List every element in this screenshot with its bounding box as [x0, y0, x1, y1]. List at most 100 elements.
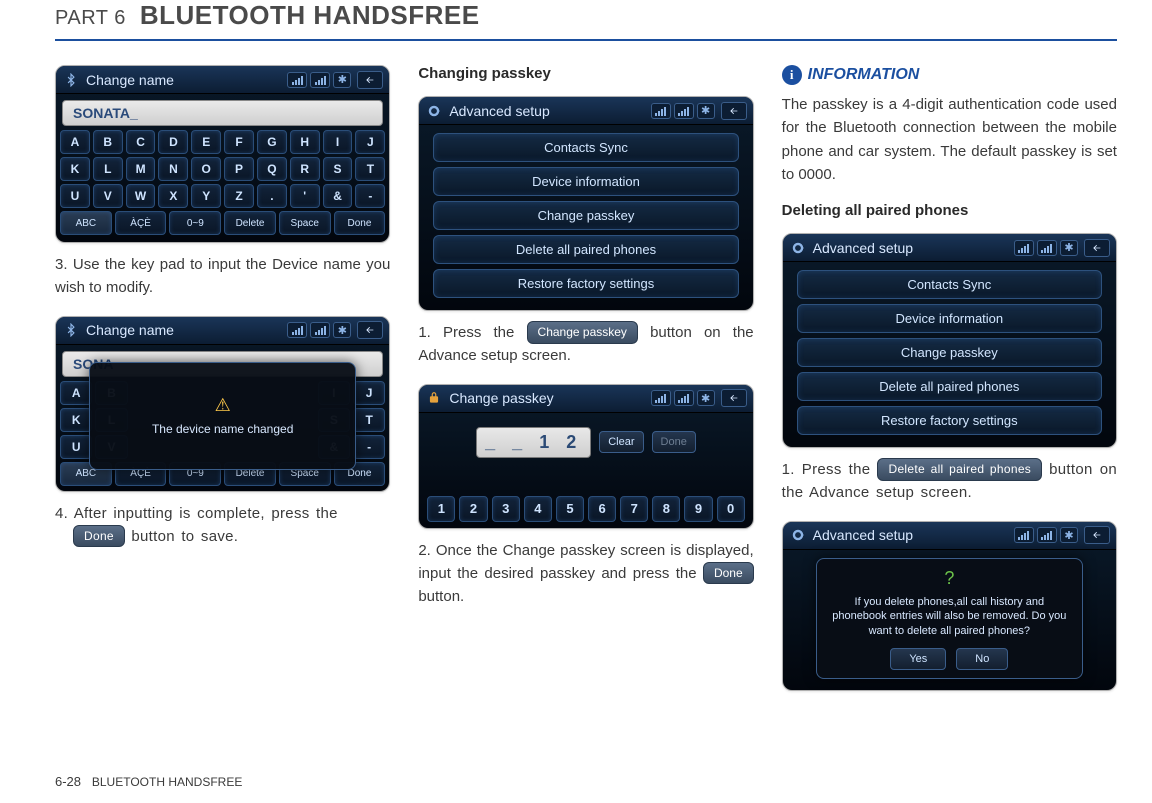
bt-status-icon: ✱ — [1060, 527, 1078, 543]
menu-restore-factory[interactable]: Restore factory settings — [433, 269, 738, 298]
menu-change-passkey[interactable]: Change passkey — [797, 338, 1102, 367]
screenshot-title: Change name — [86, 322, 174, 338]
bluetooth-icon — [62, 321, 80, 339]
back-button[interactable] — [721, 389, 747, 407]
done-button-ref: Done — [703, 562, 754, 585]
menu-contacts-sync[interactable]: Contacts Sync — [797, 270, 1102, 299]
key[interactable]: U — [60, 184, 90, 208]
signal-icon — [651, 103, 671, 119]
key[interactable]: ' — [290, 184, 320, 208]
bt-status-icon: ✱ — [697, 103, 715, 119]
question-icon: ? — [944, 568, 954, 589]
numkey[interactable]: 5 — [556, 496, 584, 522]
signal-icon — [287, 322, 307, 338]
key: - — [353, 435, 385, 459]
device-name-input[interactable]: SONATA_ — [62, 100, 383, 126]
signal-icon — [674, 390, 694, 406]
bt-status-icon: ✱ — [333, 322, 351, 338]
key[interactable]: S — [323, 157, 353, 181]
key[interactable]: L — [93, 157, 123, 181]
signal-icon — [1037, 240, 1057, 256]
numkey[interactable]: 3 — [492, 496, 520, 522]
column-1: Change name ✱ SONATA_ A B C — [55, 65, 390, 701]
key-delete[interactable]: Delete — [224, 211, 276, 235]
screenshot-change-name-confirm: Change name ✱ SONA A B — [55, 316, 390, 492]
key[interactable]: W — [126, 184, 156, 208]
key[interactable]: - — [355, 184, 385, 208]
numkey[interactable]: 9 — [684, 496, 712, 522]
menu-device-information[interactable]: Device information — [797, 304, 1102, 333]
key[interactable]: & — [323, 184, 353, 208]
key[interactable]: P — [224, 157, 254, 181]
key[interactable]: N — [158, 157, 188, 181]
done-button[interactable]: Done — [652, 431, 696, 453]
signal-icon — [674, 103, 694, 119]
key-space[interactable]: Space — [279, 211, 331, 235]
no-button[interactable]: No — [956, 648, 1008, 670]
screenshot-title: Advanced setup — [813, 527, 913, 543]
screenshot-change-passkey: Change passkey ✱ _ _ 1 2 Clear Done — [418, 384, 753, 529]
key: A — [60, 381, 92, 405]
back-button[interactable] — [357, 321, 383, 339]
key-numbers[interactable]: 0~9 — [169, 211, 221, 235]
key[interactable]: X — [158, 184, 188, 208]
key[interactable]: K — [60, 157, 90, 181]
column-2: Changing passkey Advanced setup ✱ — [418, 65, 753, 701]
key[interactable]: Y — [191, 184, 221, 208]
key[interactable]: J — [355, 130, 385, 154]
back-button[interactable] — [357, 71, 383, 89]
dialog-message: If you delete phones,all call history an… — [827, 595, 1072, 638]
key[interactable]: O — [191, 157, 221, 181]
column-3: i INFORMATION The passkey is a 4-digit a… — [782, 65, 1117, 701]
key[interactable]: C — [126, 130, 156, 154]
menu-change-passkey[interactable]: Change passkey — [433, 201, 738, 230]
passkey-input[interactable]: _ _ 1 2 — [476, 427, 591, 458]
menu-restore-factory[interactable]: Restore factory settings — [797, 406, 1102, 435]
key[interactable]: V — [93, 184, 123, 208]
numkey[interactable]: 8 — [652, 496, 680, 522]
screenshot-delete-confirm: Advanced setup ✱ ? If you delete phones,… — [782, 521, 1117, 691]
key[interactable]: H — [290, 130, 320, 154]
numkey[interactable]: 1 — [427, 496, 455, 522]
menu-delete-all-paired[interactable]: Delete all paired phones — [797, 372, 1102, 401]
change-passkey-button-ref: Change passkey — [527, 321, 638, 344]
key[interactable]: D — [158, 130, 188, 154]
clear-button[interactable]: Clear — [599, 431, 643, 453]
information-heading: i INFORMATION — [782, 65, 1117, 85]
toast-message: The device name changed — [152, 422, 293, 436]
key[interactable]: G — [257, 130, 287, 154]
key[interactable]: . — [257, 184, 287, 208]
key[interactable]: Q — [257, 157, 287, 181]
numkey[interactable]: 4 — [524, 496, 552, 522]
menu-delete-all-paired[interactable]: Delete all paired phones — [433, 235, 738, 264]
menu-device-information[interactable]: Device information — [433, 167, 738, 196]
numkey[interactable]: 2 — [459, 496, 487, 522]
key[interactable]: Z — [224, 184, 254, 208]
settings-icon — [789, 239, 807, 257]
screenshot-advanced-setup: Advanced setup ✱ Contacts Sync Device in… — [418, 96, 753, 311]
key[interactable]: E — [191, 130, 221, 154]
numkey[interactable]: 6 — [588, 496, 616, 522]
key[interactable]: M — [126, 157, 156, 181]
key[interactable]: B — [93, 130, 123, 154]
key-done[interactable]: Done — [334, 211, 386, 235]
key-abc[interactable]: ABC — [60, 211, 112, 235]
numkey[interactable]: 0 — [717, 496, 745, 522]
yes-button[interactable]: Yes — [890, 648, 946, 670]
key-accents[interactable]: ÀÇÈ — [115, 211, 167, 235]
back-button[interactable] — [721, 102, 747, 120]
back-button[interactable] — [1084, 526, 1110, 544]
key[interactable]: A — [60, 130, 90, 154]
signal-icon — [310, 72, 330, 88]
key[interactable]: I — [323, 130, 353, 154]
delete-all-paired-button-ref: Delete all paired phones — [877, 458, 1042, 481]
back-button[interactable] — [1084, 239, 1110, 257]
numkey[interactable]: 7 — [620, 496, 648, 522]
menu-contacts-sync[interactable]: Contacts Sync — [433, 133, 738, 162]
bt-status-icon: ✱ — [697, 390, 715, 406]
key: K — [60, 408, 92, 432]
key[interactable]: T — [355, 157, 385, 181]
key[interactable]: R — [290, 157, 320, 181]
key[interactable]: F — [224, 130, 254, 154]
information-text: The passkey is a 4-digit authentication … — [782, 93, 1117, 186]
